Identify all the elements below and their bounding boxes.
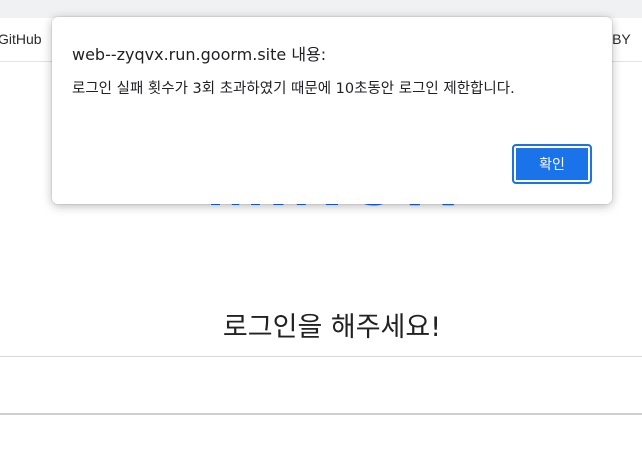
dialog-message: 로그인 실패 횟수가 3회 초과하였기 때문에 10초동안 로그인 제한합니다.	[72, 81, 515, 97]
login-prompt-heading: 로그인을 해주세요!	[222, 312, 442, 343]
dialog-title: web--zyqvx.run.goorm.site 내용:	[72, 45, 327, 64]
nav-link-github[interactable]: GitHub	[0, 31, 42, 47]
page: GitHub IT BY MINOR 로그인을 해주세요! web--zyqvx…	[0, 0, 642, 455]
ok-button[interactable]: 확인	[512, 144, 592, 184]
browser-top-strip	[0, 0, 642, 18]
login-input-field[interactable]	[0, 357, 642, 415]
alert-dialog: web--zyqvx.run.goorm.site 내용: 로그인 실패 횟수가…	[52, 17, 612, 204]
